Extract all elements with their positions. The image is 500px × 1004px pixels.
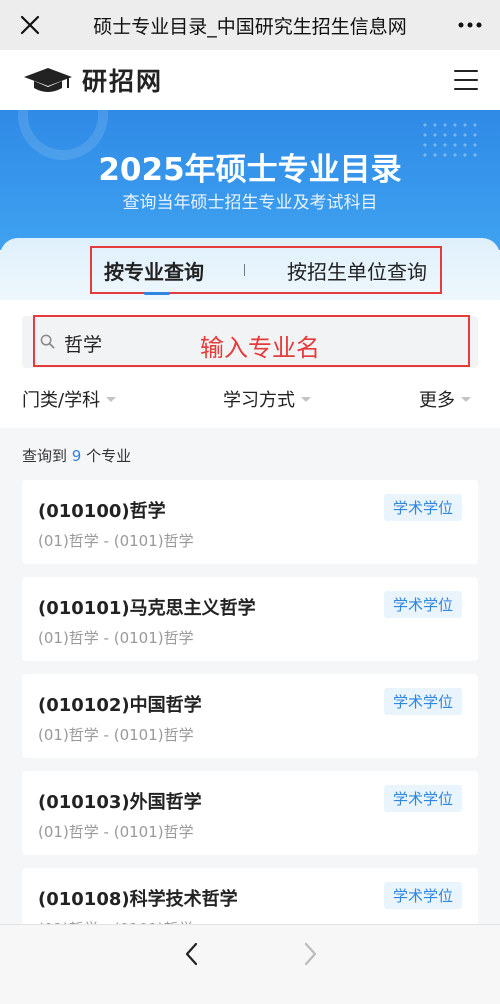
filter-study-mode[interactable]: 学习方式	[223, 386, 311, 412]
site-header: 研招网	[0, 50, 500, 110]
result-count-suffix: 个专业	[86, 447, 132, 465]
caret-down-icon	[461, 396, 471, 402]
tab-panel: 按专业查询 按招生单位查询	[0, 238, 500, 300]
tab-by-major-label: 按专业查询	[104, 259, 204, 284]
caret-down-icon	[106, 396, 117, 402]
page-title: 硕士专业目录_中国研究生招生信息网	[93, 15, 407, 38]
banner: 2025年硕士专业目录 查询当年硕士招生专业及考试科目	[0, 110, 500, 250]
list-item[interactable]: (010102)中国哲学 (01)哲学 - (0101)哲学 学术学位	[22, 674, 478, 758]
degree-badge: 学术学位	[383, 591, 462, 618]
degree-badge: 学术学位	[383, 785, 462, 812]
list-item[interactable]: (010101)马克思主义哲学 (01)哲学 - (0101)哲学 学术学位	[22, 577, 478, 661]
major-name: (010100)哲学	[38, 501, 166, 522]
major-path: (01)哲学 - (0101)哲学	[38, 726, 194, 744]
caret-down-icon	[301, 396, 311, 402]
search-icon	[40, 334, 55, 349]
major-path: (01)哲学 - (0101)哲学	[38, 532, 194, 550]
hamburger-icon[interactable]	[454, 70, 478, 90]
major-path: (01)哲学 - (0101)哲学	[38, 629, 194, 647]
graduation-cap-icon	[24, 68, 72, 92]
result-count: 查询到 9 个专业	[22, 445, 131, 466]
chevron-right-icon[interactable]	[296, 939, 324, 969]
filter-more-label: 更多	[419, 390, 455, 411]
result-count-prefix: 查询到	[22, 447, 68, 465]
major-name: (010108)科学技术哲学	[38, 889, 238, 910]
result-count-number: 9	[71, 447, 82, 465]
bottom-nav-bar	[0, 924, 500, 1004]
active-tab-indicator	[144, 291, 170, 295]
tab-by-institution-label: 按招生单位查询	[287, 259, 427, 284]
filter-study-mode-label: 学习方式	[223, 390, 295, 411]
search-input-value[interactable]: 哲学	[64, 330, 102, 357]
filter-category-label: 门类/学科	[22, 390, 101, 411]
top-bar: 硕士专业目录_中国研究生招生信息网	[0, 0, 500, 50]
major-name: (010101)马克思主义哲学	[38, 598, 256, 619]
major-name: (010103)外国哲学	[38, 792, 202, 813]
more-icon[interactable]	[440, 0, 500, 50]
tab-divider	[244, 264, 245, 276]
search-annotation: 输入专业名	[200, 334, 320, 362]
tab-by-institution[interactable]: 按招生单位查询	[287, 256, 427, 285]
list-item[interactable]: (010100)哲学 (01)哲学 - (0101)哲学 学术学位	[22, 480, 478, 564]
filter-category[interactable]: 门类/学科	[22, 386, 117, 412]
degree-badge: 学术学位	[383, 688, 462, 715]
tabs-highlight-box: 按专业查询 按招生单位查询	[90, 246, 442, 295]
list-item[interactable]: (010103)外国哲学 (01)哲学 - (0101)哲学 学术学位	[22, 771, 478, 855]
banner-subtitle: 查询当年硕士招生专业及考试科目	[122, 193, 378, 213]
chevron-left-icon[interactable]	[178, 939, 206, 969]
banner-title: 2025年硕士专业目录	[98, 152, 402, 188]
degree-badge: 学术学位	[383, 882, 462, 909]
filter-more[interactable]: 更多	[419, 386, 471, 412]
site-logo[interactable]: 研招网	[22, 62, 163, 98]
tab-by-major[interactable]: 按专业查询	[104, 256, 204, 295]
logo-text: 研招网	[82, 67, 164, 96]
major-path: (01)哲学 - (0101)哲学	[38, 823, 194, 841]
close-icon[interactable]	[0, 0, 60, 50]
degree-badge: 学术学位	[383, 494, 462, 521]
major-name: (010102)中国哲学	[38, 695, 202, 716]
